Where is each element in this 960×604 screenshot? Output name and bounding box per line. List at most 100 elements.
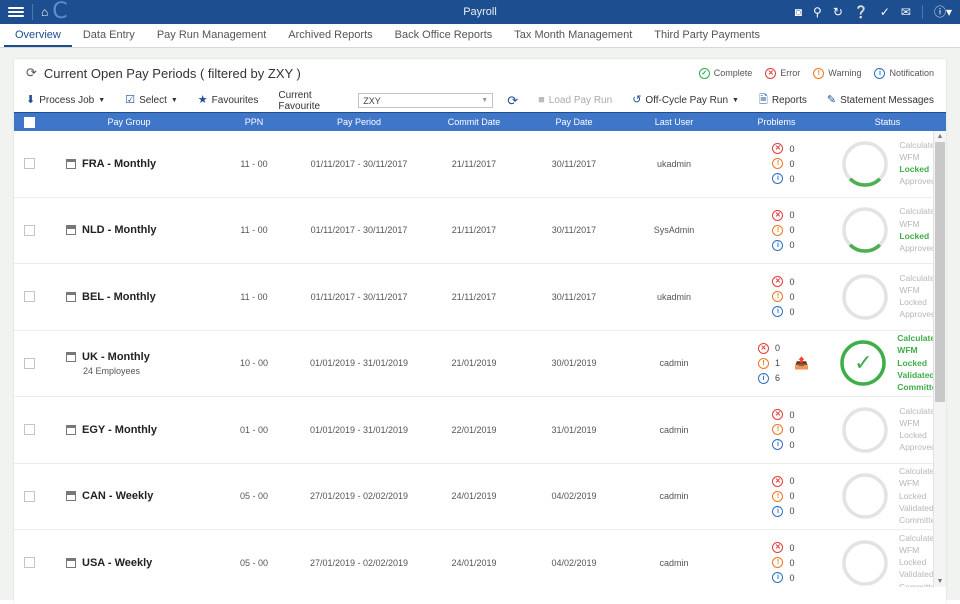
- user-menu-icon[interactable]: ⓘ▾: [934, 6, 952, 18]
- table-row[interactable]: USA - Weekly 05 - 00 27/01/2019 - 02/02/…: [14, 530, 946, 587]
- tab-archived-reports[interactable]: Archived Reports: [277, 24, 383, 47]
- error-count-row[interactable]: ✕ 0: [772, 276, 794, 287]
- app-logo: C: [52, 1, 66, 23]
- tab-tax-month-management[interactable]: Tax Month Management: [503, 24, 643, 47]
- tab-pay-run-management[interactable]: Pay Run Management: [146, 24, 277, 47]
- cell-ppn: 05 - 00: [214, 530, 294, 587]
- scrollbar-track[interactable]: [934, 142, 946, 576]
- problem-counts: ✕ 0 ! 0 i 0: [758, 210, 794, 251]
- row-select-cell[interactable]: [14, 198, 44, 264]
- grid-refresh-button[interactable]: ⟳: [507, 94, 518, 107]
- column-pay-date[interactable]: Pay Date: [524, 117, 624, 127]
- notification-count-row[interactable]: i 0: [772, 173, 794, 184]
- app-bar-actions: ◙ ⚲ ↻ ❔ ✓ ✉ ⓘ▾: [795, 5, 952, 19]
- table-row[interactable]: FRA - Monthly 11 - 00 01/11/2017 - 30/11…: [14, 131, 946, 198]
- tab-back-office-reports[interactable]: Back Office Reports: [384, 24, 504, 47]
- refresh-icon[interactable]: ↻: [833, 6, 843, 18]
- row-checkbox[interactable]: [24, 424, 35, 435]
- help-icon[interactable]: ❔: [854, 6, 869, 18]
- error-count-row[interactable]: ✕ 0: [772, 542, 794, 553]
- reports-button[interactable]: 🗎 Reports: [759, 95, 807, 106]
- hamburger-icon[interactable]: [8, 5, 24, 19]
- notification-count-row[interactable]: i 0: [772, 572, 794, 583]
- column-ppn[interactable]: PPN: [214, 117, 294, 127]
- status-donut: [841, 472, 889, 520]
- mail-icon[interactable]: ✉: [901, 6, 911, 18]
- legend-item-notification: i Notification: [874, 68, 934, 79]
- refresh-icon: ⟳: [507, 94, 518, 107]
- scroll-up-icon[interactable]: ▲: [937, 131, 944, 142]
- error-count-row[interactable]: ✕ 0: [772, 210, 794, 221]
- notification-count-row[interactable]: i 0: [772, 439, 794, 450]
- tab-data-entry[interactable]: Data Entry: [72, 24, 146, 47]
- table-row[interactable]: UK - Monthly 24 Employees 10 - 00 01/01/…: [14, 331, 946, 398]
- row-checkbox[interactable]: [24, 491, 35, 502]
- table-row[interactable]: EGY - Monthly 01 - 00 01/01/2019 - 31/01…: [14, 397, 946, 464]
- load-pay-run-button[interactable]: ■ Load Pay Run: [538, 95, 612, 106]
- error-count-row[interactable]: ✕ 0: [772, 476, 794, 487]
- process-job-button[interactable]: ⬇ Process Job ▼: [26, 95, 105, 106]
- check-icon[interactable]: ✓: [880, 6, 890, 18]
- notification-count-row[interactable]: i 6: [758, 373, 780, 384]
- row-select-cell[interactable]: [14, 331, 44, 397]
- grid-scrollbar[interactable]: ▲ ▼: [933, 131, 946, 587]
- row-checkbox[interactable]: [24, 158, 35, 169]
- column-problems[interactable]: Problems: [724, 117, 829, 127]
- select-button[interactable]: ☑ Select ▼: [125, 95, 178, 106]
- error-icon: ✕: [772, 409, 783, 420]
- warning-count-row[interactable]: ! 0: [772, 491, 794, 502]
- warning-count-row[interactable]: ! 0: [772, 225, 794, 236]
- tab-label: Tax Month Management: [514, 29, 632, 41]
- table-row[interactable]: BEL - Monthly 11 - 00 01/11/2017 - 30/11…: [14, 264, 946, 331]
- people-icon[interactable]: ◙: [795, 6, 802, 18]
- favourites-button[interactable]: ★ Favourites: [198, 95, 259, 106]
- error-count-row[interactable]: ✕ 0: [758, 343, 780, 354]
- column-commit-date[interactable]: Commit Date: [424, 117, 524, 127]
- row-select-cell[interactable]: [14, 464, 44, 530]
- table-row[interactable]: NLD - Monthly 11 - 00 01/11/2017 - 30/11…: [14, 198, 946, 265]
- calendar-icon: [66, 352, 76, 362]
- warning-count-row[interactable]: ! 0: [772, 158, 794, 169]
- warning-count-row[interactable]: ! 0: [772, 424, 794, 435]
- row-checkbox[interactable]: [24, 225, 35, 236]
- refresh-icon[interactable]: ⟳: [26, 65, 37, 81]
- row-checkbox[interactable]: [24, 291, 35, 302]
- search-icon[interactable]: ⚲: [813, 6, 822, 18]
- table-row[interactable]: CAN - Weekly 05 - 00 27/01/2019 - 02/02/…: [14, 464, 946, 531]
- column-last-user[interactable]: Last User: [624, 117, 724, 127]
- cell-ppn: 11 - 00: [214, 264, 294, 330]
- status-donut: [841, 206, 889, 254]
- scrollbar-thumb[interactable]: [935, 142, 945, 402]
- scroll-down-icon[interactable]: ▼: [937, 576, 944, 587]
- column-pay-period[interactable]: Pay Period: [294, 117, 424, 127]
- home-icon[interactable]: ⌂: [41, 6, 48, 18]
- notification-count-row[interactable]: i 0: [772, 306, 794, 317]
- warning-count-row[interactable]: ! 1: [758, 358, 780, 369]
- select-all-cell[interactable]: [14, 117, 44, 128]
- select-all-checkbox[interactable]: [24, 117, 35, 128]
- tab-overview[interactable]: Overview: [4, 24, 72, 47]
- column-pay-group[interactable]: Pay Group: [44, 117, 214, 127]
- row-checkbox[interactable]: [24, 557, 35, 568]
- row-checkbox[interactable]: [24, 358, 35, 369]
- tab-third-party-payments[interactable]: Third Party Payments: [643, 24, 771, 47]
- off-cycle-pay-run-button[interactable]: ↺ Off-Cycle Pay Run ▼: [632, 95, 739, 106]
- employee-count: 24 Employees: [83, 366, 150, 376]
- warning-count-row[interactable]: ! 0: [772, 557, 794, 568]
- cell-ppn: 10 - 00: [214, 331, 294, 397]
- error-count-row[interactable]: ✕ 0: [772, 143, 794, 154]
- row-select-cell[interactable]: [14, 397, 44, 463]
- current-favourite-select[interactable]: ZXY ▼: [358, 93, 493, 108]
- column-status[interactable]: Status: [829, 117, 946, 127]
- error-count-row[interactable]: ✕ 0: [772, 409, 794, 420]
- notification-count-row[interactable]: i 0: [772, 506, 794, 517]
- open-pay-run-icon[interactable]: 📤: [794, 356, 809, 370]
- statement-messages-button[interactable]: ✎ Statement Messages: [827, 95, 934, 106]
- row-select-cell[interactable]: [14, 264, 44, 330]
- row-select-cell[interactable]: [14, 530, 44, 587]
- cell-commit-date: 21/11/2017: [424, 264, 524, 330]
- error-icon: ✕: [772, 276, 783, 287]
- notification-count-row[interactable]: i 0: [772, 240, 794, 251]
- row-select-cell[interactable]: [14, 131, 44, 197]
- warning-count-row[interactable]: ! 0: [772, 291, 794, 302]
